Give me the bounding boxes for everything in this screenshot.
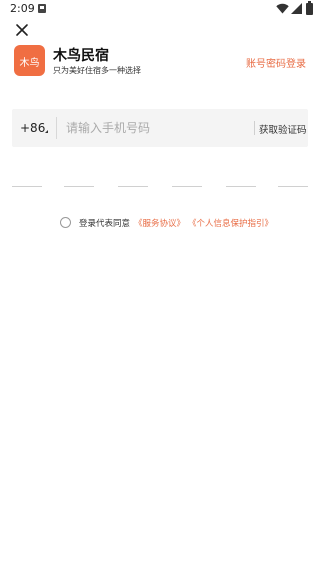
brand-slogan: 只为美好住宿多一种选择 — [53, 66, 141, 75]
service-agreement-link[interactable]: 《服务协议》 — [134, 217, 185, 229]
wifi-icon — [276, 3, 289, 14]
privacy-guideline-link[interactable]: 《个人信息保护指引》 — [188, 217, 273, 229]
caret-down-icon — [45, 130, 48, 133]
logo-text: 木鸟 — [19, 58, 40, 69]
notification-icon — [38, 4, 46, 13]
close-icon — [16, 24, 28, 36]
code-slot[interactable] — [172, 186, 202, 187]
divider — [254, 121, 255, 135]
get-verification-code-button[interactable]: 获取验证码 — [259, 122, 307, 136]
account-password-login-link[interactable]: 账号密码登录 — [246, 55, 306, 70]
code-slot[interactable] — [278, 186, 308, 187]
phone-number-input[interactable] — [66, 117, 246, 139]
code-slot[interactable] — [12, 186, 42, 187]
signal-icon — [291, 3, 302, 14]
app-logo: 木鸟 — [14, 45, 45, 76]
phone-input-row: +86 获取验证码 — [12, 109, 308, 147]
status-time: 2:09 — [10, 2, 35, 15]
brand-name: 木鸟民宿 — [53, 48, 109, 64]
country-code-selector[interactable]: +86 — [20, 121, 45, 135]
code-slot[interactable] — [226, 186, 256, 187]
close-button[interactable] — [12, 20, 34, 42]
divider — [56, 117, 57, 139]
agreement-prefix: 登录代表同意 — [79, 219, 131, 229]
code-slot[interactable] — [64, 186, 94, 187]
verification-code-slots[interactable] — [12, 186, 308, 188]
code-slot[interactable] — [118, 186, 148, 187]
status-bar: 2:09 — [0, 0, 320, 18]
battery-icon — [306, 1, 313, 15]
agreement-checkbox[interactable] — [60, 217, 71, 228]
